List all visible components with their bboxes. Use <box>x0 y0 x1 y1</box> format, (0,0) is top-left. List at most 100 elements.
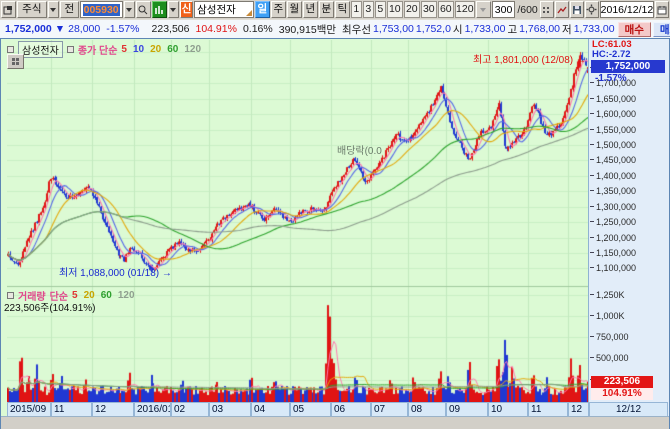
date-axis: 2015/0911122016/010203040506070809101112 <box>7 402 589 417</box>
cycle-button-1[interactable]: 1 <box>351 1 362 18</box>
asset-class-select[interactable]: 주식 <box>17 1 47 18</box>
volume-readout: 223,506주(104.91%) <box>4 299 96 314</box>
bottom-strip <box>1 416 669 429</box>
toolbar: 주식 전 005930 신 삼성전자 일주월년분틱 13510203060120… <box>0 0 670 19</box>
ma-window-60: 60 <box>101 290 112 301</box>
stock-code-input[interactable]: 005930 <box>80 1 123 18</box>
stock-code-caret[interactable] <box>124 1 135 18</box>
current-volume-marker: 223,506 <box>591 376 653 388</box>
high-annotation: 최고 1,801,000 (12/08) → <box>473 51 586 66</box>
date-cell-03: 03 <box>209 402 251 417</box>
cycle-button-3[interactable]: 3 <box>363 1 374 18</box>
axis-tick: 1,300,000 <box>589 202 669 212</box>
gear-icon[interactable] <box>585 1 599 18</box>
date-cell-05: 05 <box>290 402 331 417</box>
axis-tick: 1,250K <box>589 290 669 300</box>
edit-pencil-icon <box>246 10 252 16</box>
date-cell-2015-09: 2015/09 <box>7 402 51 417</box>
period-button-일[interactable]: 일 <box>255 1 270 18</box>
date-cell-10: 10 <box>488 402 528 417</box>
ma-window-60: 60 <box>167 44 178 55</box>
low-label: 저 <box>562 22 572 37</box>
hc-value: HC:-2.72 <box>592 50 669 60</box>
trade-value: 390,915백만 <box>279 22 336 37</box>
period-button-주[interactable]: 주 <box>271 1 286 18</box>
direction-arrow-icon: ▼ <box>55 23 65 35</box>
axis-tick: 500,000 <box>589 353 669 363</box>
legend-bullet-icon <box>7 46 14 53</box>
stock-name-field[interactable]: 삼성전자 <box>194 1 254 18</box>
date-cell-04: 04 <box>251 402 290 417</box>
jeon-button[interactable]: 전 <box>60 1 79 18</box>
date-cell-12: 12 <box>568 402 589 417</box>
low-annotation: 최저 1,088,000 (01/18) → <box>59 264 172 279</box>
volume-ratio: 104.91% <box>196 23 237 35</box>
date-cell-07: 07 <box>371 402 408 417</box>
best-ask: 1,753,00 <box>373 23 414 35</box>
cycle-button-30[interactable]: 30 <box>421 1 437 18</box>
legend-bullet-icon <box>67 46 74 53</box>
cycle-buttons: 13510203060120 <box>351 1 475 18</box>
axis-tick: 1,650,000 <box>589 94 669 104</box>
last-date-cell: 12/12 <box>589 402 668 416</box>
dots-icon[interactable] <box>540 1 554 18</box>
date-cell-06: 06 <box>331 402 371 417</box>
chart-panel: 삼성전자 종가 단순 5102060120 거래량 단순 52060120 22… <box>0 38 670 429</box>
price-series-label: 종가 단순 <box>78 42 118 57</box>
axis-tick: 1,250,000 <box>589 217 669 227</box>
high-label: 고 <box>507 22 517 37</box>
cycle-button-20[interactable]: 20 <box>404 1 420 18</box>
date-cell-12: 12 <box>92 402 134 417</box>
chart-tool-button[interactable] <box>7 54 24 69</box>
current-price: 1,752,000 <box>5 23 52 35</box>
price-axis: 250,000500,000750,0001,000K1,250K1,100,0… <box>588 39 669 416</box>
axis-tick: 1,400,000 <box>589 171 669 181</box>
axis-tick: 1,500,000 <box>589 140 669 150</box>
turnover-pct: 0.16% <box>243 23 273 35</box>
period-button-월[interactable]: 월 <box>287 1 302 18</box>
ex-dividend-annotation: 배당락(0.0 <box>337 142 382 157</box>
date-cell-11: 11 <box>51 402 92 417</box>
stock-chart-window: { "toolbar": { "asset_class": "주식", "jeo… <box>0 0 670 429</box>
date-input[interactable]: 2016/12/12 <box>600 1 654 18</box>
chart-style-caret[interactable] <box>168 1 179 18</box>
buy-button[interactable]: 매수 <box>618 22 651 37</box>
asset-class-caret[interactable] <box>48 1 59 18</box>
sell-button[interactable]: 매도 <box>653 22 670 37</box>
window-flip-icon[interactable] <box>1 1 16 18</box>
cycle-button-5[interactable]: 5 <box>375 1 386 18</box>
current-price-pct: -1.57% <box>595 73 627 84</box>
current-price-marker: 1,752,000 <box>591 60 665 73</box>
period-button-분[interactable]: 분 <box>319 1 334 18</box>
price-legend: 삼성전자 종가 단순 5102060120 <box>7 41 201 58</box>
volume-value: 223,506 <box>152 23 190 35</box>
open-label: 시 <box>453 22 463 37</box>
legend-bullet-icon <box>7 292 14 299</box>
cycle-button-120[interactable]: 120 <box>455 1 475 18</box>
period-button-틱[interactable]: 틱 <box>335 1 350 18</box>
price-volume-chart[interactable] <box>7 40 589 402</box>
search-icon[interactable] <box>136 1 151 18</box>
axis-tick: 1,600,000 <box>589 109 669 119</box>
compare-icon[interactable] <box>555 1 569 18</box>
axis-tick: 1,450,000 <box>589 155 669 165</box>
bar-count-input[interactable]: 300 <box>492 1 516 18</box>
stock-code-value: 005930 <box>83 4 120 16</box>
cycle-button-60[interactable]: 60 <box>438 1 454 18</box>
chart-style-icon[interactable] <box>152 1 167 18</box>
ma-window-20: 20 <box>150 44 161 55</box>
stock-name-value: 삼성전자 <box>197 2 236 17</box>
date-cell-02: 02 <box>171 402 209 417</box>
axis-tick: 1,000K <box>589 311 669 321</box>
ma-window-5: 5 <box>121 44 127 55</box>
date-cell-08: 08 <box>408 402 446 417</box>
calendar-icon[interactable] <box>655 1 669 18</box>
legend-symbol[interactable]: 삼성전자 <box>18 41 63 58</box>
best-bid: 1,752,0 <box>416 23 451 35</box>
current-volume-pct: 104.91% <box>591 388 653 400</box>
save-icon[interactable] <box>570 1 584 18</box>
date-cell-09: 09 <box>446 402 488 417</box>
cycle-caret[interactable] <box>476 1 491 18</box>
period-button-년[interactable]: 년 <box>303 1 318 18</box>
cycle-button-10[interactable]: 10 <box>387 1 403 18</box>
